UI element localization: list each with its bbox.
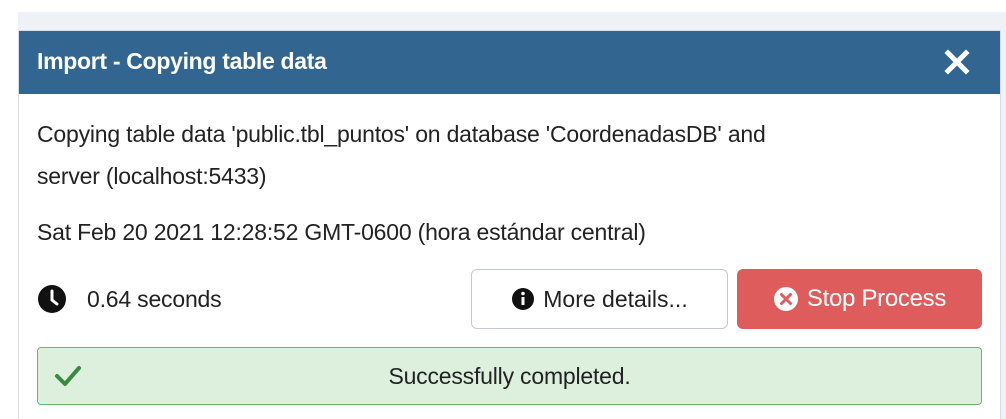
elapsed-time: 0.64 seconds (87, 285, 222, 312)
status-text: Successfully completed. (388, 363, 631, 389)
more-details-button[interactable]: More details... (471, 269, 728, 329)
import-dialog: Import - Copying table data Copying tabl… (18, 30, 1001, 419)
clock-icon (37, 284, 67, 314)
dialog-header: Import - Copying table data (19, 31, 1000, 94)
stop-process-label: Stop Process (806, 285, 947, 312)
stop-circle-icon (773, 286, 799, 312)
elapsed-timer: 0.64 seconds (37, 283, 222, 315)
timestamp: Sat Feb 20 2021 12:28:52 GMT-0600 (hora … (37, 219, 646, 245)
close-icon[interactable] (942, 47, 972, 77)
message-line-1: Copying table data 'public.tbl_puntos' o… (37, 121, 766, 147)
dialog-title: Import - Copying table data (37, 48, 327, 74)
info-icon (511, 287, 535, 311)
more-details-label: More details... (543, 285, 688, 312)
status-alert: Successfully completed. (37, 347, 982, 405)
message-line-2: server (localhost:5433) (37, 163, 267, 189)
backdrop-strip (18, 12, 992, 30)
stop-process-button[interactable]: Stop Process (737, 269, 982, 329)
